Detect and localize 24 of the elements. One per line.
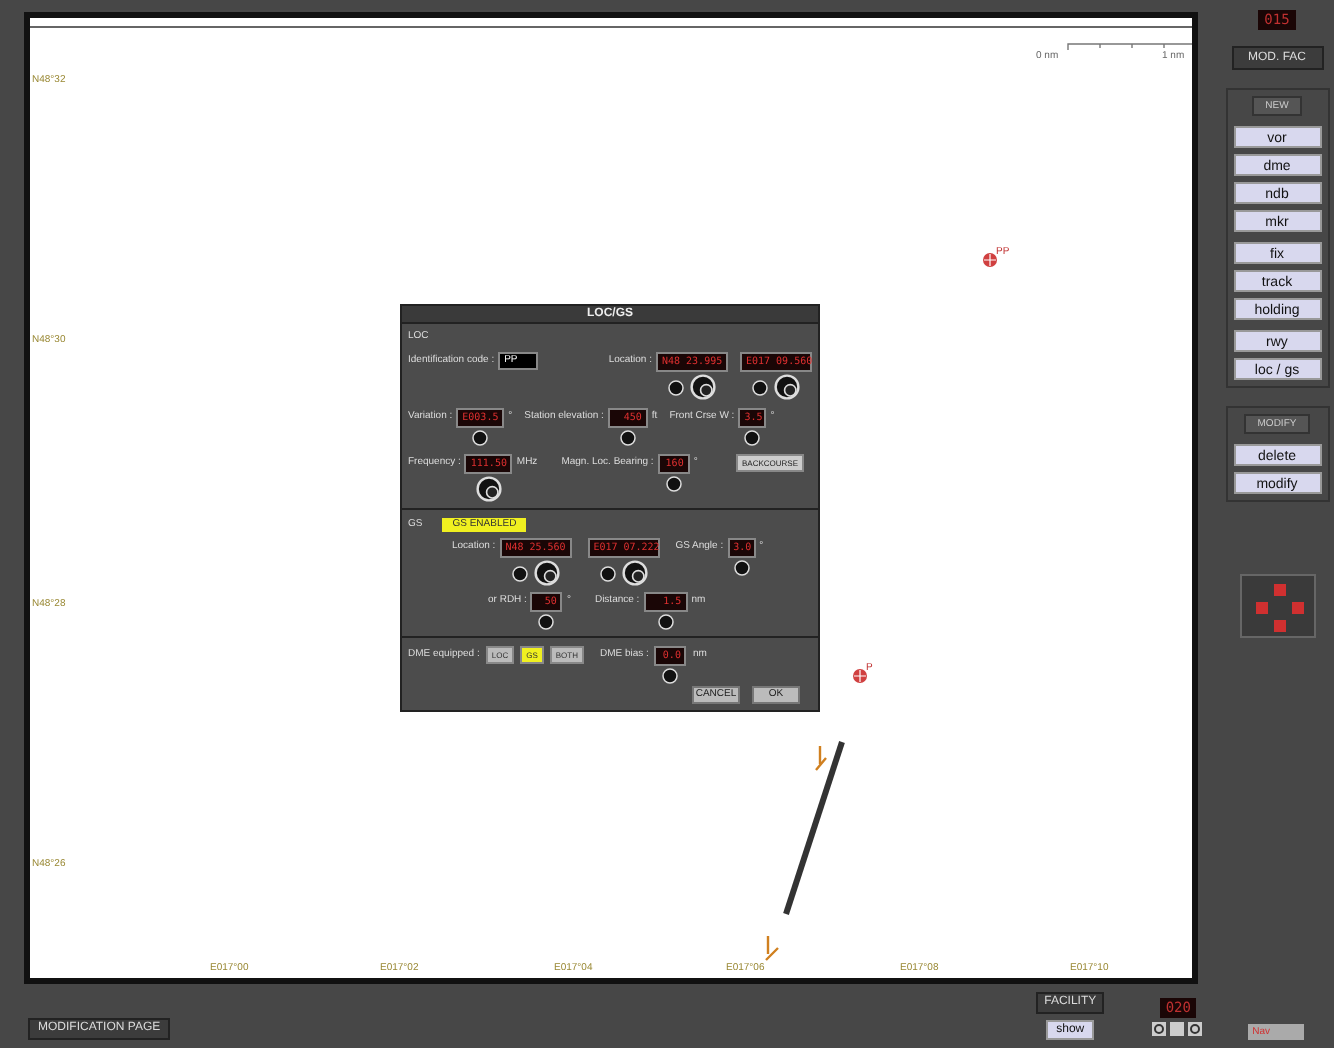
- knob-icon[interactable]: [752, 379, 768, 395]
- knob-icon[interactable]: [690, 374, 716, 400]
- knob-icon[interactable]: [533, 560, 560, 586]
- knob-icon[interactable]: [599, 565, 616, 581]
- knob-icon[interactable]: [657, 614, 674, 630]
- knob-icon[interactable]: [475, 476, 502, 502]
- knob-icon[interactable]: [621, 560, 648, 586]
- knob-icon[interactable]: [619, 430, 636, 446]
- aircraft-icon: [762, 936, 782, 964]
- knob-icon[interactable]: [472, 430, 489, 446]
- waypoint-icon[interactable]: [982, 252, 998, 268]
- knob-icon[interactable]: [744, 430, 761, 446]
- knob-icon[interactable]: [774, 374, 800, 400]
- zoom-controls-icon[interactable]: [1152, 1021, 1205, 1035]
- map-canvas[interactable]: [24, 12, 1198, 984]
- knob-icon[interactable]: [668, 379, 684, 395]
- knob-icon[interactable]: [538, 614, 555, 630]
- waypoint-icon[interactable]: [852, 668, 868, 684]
- aircraft-icon: [812, 746, 832, 774]
- scale-bar: [1066, 42, 1192, 52]
- knob-icon[interactable]: [733, 560, 750, 576]
- knob-icon[interactable]: [511, 565, 528, 581]
- knob-icon[interactable]: [665, 476, 682, 492]
- knob-icon[interactable]: [662, 668, 679, 684]
